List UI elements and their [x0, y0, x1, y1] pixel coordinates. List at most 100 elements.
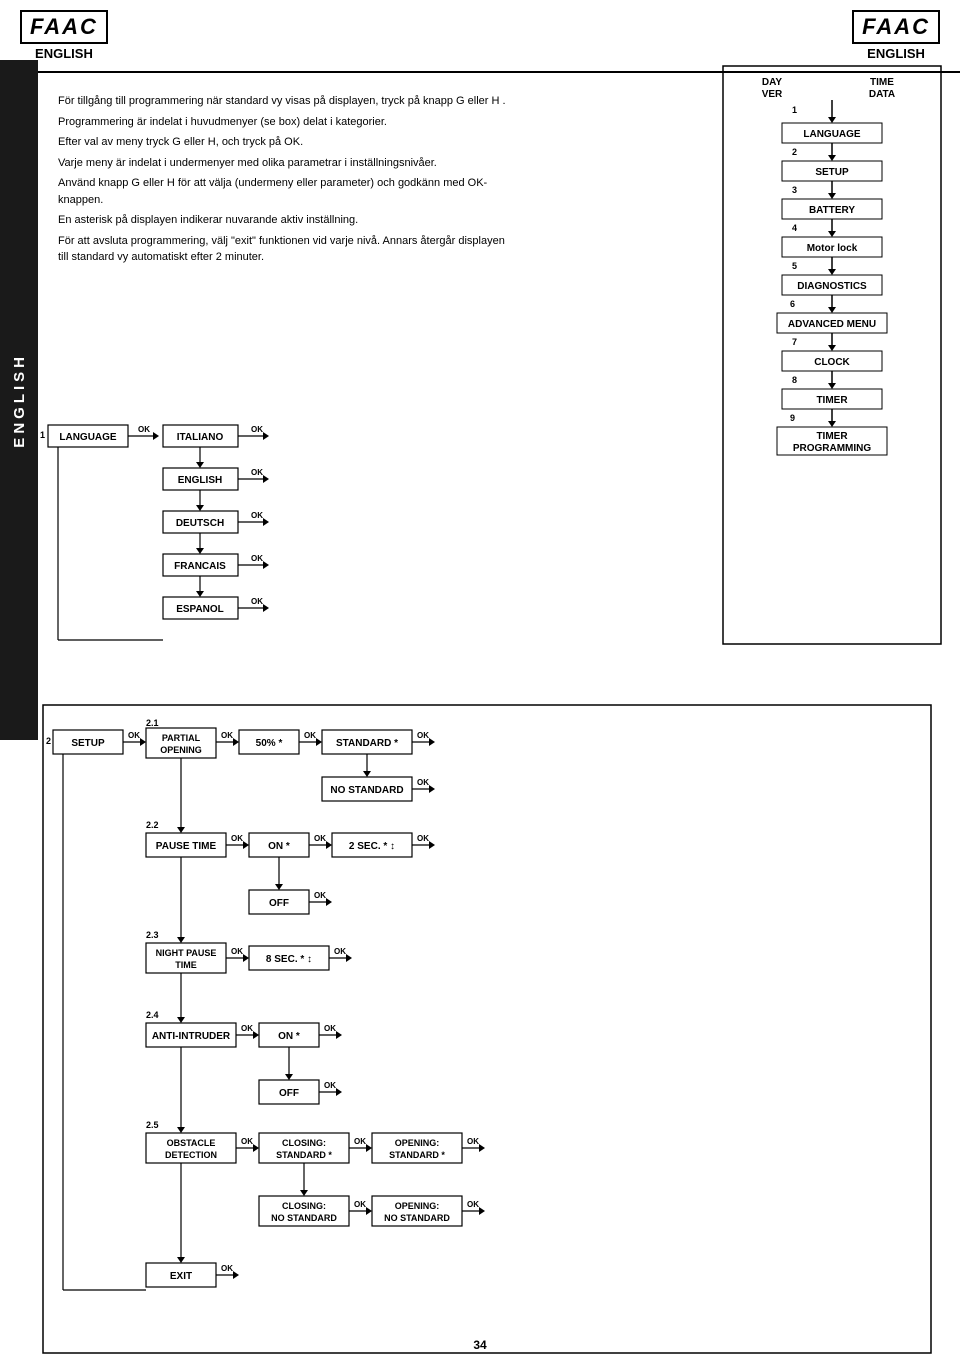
- svg-text:NO STANDARD: NO STANDARD: [271, 1213, 337, 1223]
- intro-p7: För att avsluta programmering, välj "exi…: [58, 233, 518, 266]
- intro-p4: Varje meny är indelat i undermenyer med …: [58, 155, 518, 172]
- svg-text:VER: VER: [762, 89, 783, 100]
- svg-text:NO STANDARD: NO STANDARD: [330, 785, 403, 796]
- svg-text:SETUP: SETUP: [815, 167, 849, 178]
- intro-section: För tillgång till programmering när stan…: [38, 83, 538, 280]
- sidebar-label: ENGLISH: [11, 353, 28, 448]
- svg-text:TIME: TIME: [870, 77, 894, 88]
- svg-text:OK: OK: [354, 1137, 366, 1146]
- svg-text:OK: OK: [231, 834, 243, 843]
- svg-text:OK: OK: [324, 1081, 336, 1090]
- sidebar: ENGLISH: [0, 60, 38, 740]
- svg-text:OPENING:: OPENING:: [395, 1201, 440, 1211]
- intro-text: För tillgång till programmering när stan…: [58, 93, 518, 266]
- svg-text:TIMER: TIMER: [816, 431, 848, 442]
- svg-text:OK: OK: [128, 731, 140, 740]
- page-number: 34: [0, 1338, 960, 1352]
- svg-text:OK: OK: [467, 1200, 479, 1209]
- svg-text:LANGUAGE: LANGUAGE: [59, 432, 117, 443]
- svg-text:OK: OK: [314, 891, 326, 900]
- svg-text:4: 4: [792, 223, 797, 233]
- svg-text:OK: OK: [251, 554, 263, 563]
- svg-text:ON *: ON *: [278, 1031, 300, 1042]
- svg-text:2 SEC. * ↕: 2 SEC. * ↕: [349, 841, 395, 852]
- svg-text:EXIT: EXIT: [170, 1271, 192, 1282]
- svg-text:OK: OK: [467, 1137, 479, 1146]
- svg-text:ON *: ON *: [268, 841, 290, 852]
- svg-text:ADVANCED MENU: ADVANCED MENU: [788, 319, 876, 330]
- svg-text:OK: OK: [314, 834, 326, 843]
- menu-diagram: DAY VER TIME DATA 1 LANGUAGE 2 SETUP 3 B…: [722, 65, 942, 645]
- svg-text:OK: OK: [354, 1200, 366, 1209]
- svg-text:ESPANOL: ESPANOL: [176, 604, 224, 615]
- svg-text:SETUP: SETUP: [71, 738, 105, 749]
- intro-p3: Efter val av meny tryck G eller H, och t…: [58, 134, 518, 151]
- svg-text:1: 1: [40, 430, 45, 440]
- svg-text:OK: OK: [138, 425, 150, 434]
- svg-text:6: 6: [790, 299, 795, 309]
- svg-text:FRANCAIS: FRANCAIS: [174, 561, 226, 572]
- svg-text:OK: OK: [241, 1137, 253, 1146]
- svg-text:OK: OK: [251, 511, 263, 520]
- svg-text:OBSTACLE: OBSTACLE: [167, 1138, 216, 1148]
- svg-text:OK: OK: [417, 731, 429, 740]
- svg-text:2.2: 2.2: [146, 820, 159, 830]
- svg-text:DETECTION: DETECTION: [165, 1150, 217, 1160]
- svg-text:7: 7: [792, 337, 797, 347]
- svg-text:ENGLISH: ENGLISH: [178, 475, 222, 486]
- svg-text:DAY: DAY: [762, 77, 783, 88]
- svg-text:OK: OK: [241, 1024, 253, 1033]
- intro-p2: Programmering är indelat i huvudmenyer (…: [58, 114, 518, 131]
- svg-text:OK: OK: [334, 947, 346, 956]
- svg-text:OK: OK: [304, 731, 316, 740]
- svg-text:5: 5: [792, 261, 797, 271]
- svg-text:8: 8: [792, 375, 797, 385]
- intro-p1: För tillgång till programmering när stan…: [58, 93, 518, 110]
- svg-text:1: 1: [792, 105, 797, 115]
- setup-flow-diagram: 2 SETUP OK 2.1 PARTIAL OPENING OK 50% * …: [38, 700, 938, 1360]
- svg-text:TIME: TIME: [175, 960, 197, 970]
- svg-text:PAUSE TIME: PAUSE TIME: [156, 841, 217, 852]
- svg-text:2.4: 2.4: [146, 1010, 159, 1020]
- svg-text:OK: OK: [221, 1264, 233, 1273]
- svg-text:OK: OK: [251, 425, 263, 434]
- svg-text:OK: OK: [324, 1024, 336, 1033]
- svg-text:OK: OK: [417, 834, 429, 843]
- svg-text:OK: OK: [251, 468, 263, 477]
- page-header: FAAC ENGLISH FAAC ENGLISH: [0, 0, 960, 73]
- svg-text:2: 2: [792, 147, 797, 157]
- svg-text:2.3: 2.3: [146, 930, 159, 940]
- svg-text:OK: OK: [251, 597, 263, 606]
- faac-logo-right: FAAC: [852, 10, 940, 44]
- lang-label-left: ENGLISH: [35, 46, 93, 61]
- svg-text:DEUTSCH: DEUTSCH: [176, 518, 224, 529]
- svg-text:OK: OK: [221, 731, 233, 740]
- intro-p6: En asterisk på displayen indikerar nuvar…: [58, 212, 518, 229]
- svg-text:2.5: 2.5: [146, 1120, 159, 1130]
- svg-text:9: 9: [790, 413, 795, 423]
- logo-left: FAAC ENGLISH: [20, 10, 108, 61]
- svg-text:OK: OK: [231, 947, 243, 956]
- svg-text:ANTI-INTRUDER: ANTI-INTRUDER: [152, 1031, 231, 1042]
- svg-text:ITALIANO: ITALIANO: [177, 432, 224, 443]
- svg-text:DATA: DATA: [869, 89, 895, 100]
- svg-text:Motor lock: Motor lock: [807, 243, 858, 254]
- svg-text:2.1: 2.1: [146, 718, 159, 728]
- svg-text:OFF: OFF: [279, 1088, 299, 1099]
- logo-right: FAAC ENGLISH: [852, 10, 940, 61]
- language-flow-diagram: 1 LANGUAGE OK ITALIANO OK ENGLISH OK DEU…: [38, 400, 498, 720]
- svg-text:OPENING: OPENING: [160, 745, 202, 755]
- svg-text:PROGRAMMING: PROGRAMMING: [793, 443, 872, 454]
- svg-text:NIGHT PAUSE: NIGHT PAUSE: [156, 948, 217, 958]
- svg-text:CLOSING:: CLOSING:: [282, 1201, 326, 1211]
- svg-text:CLOCK: CLOCK: [814, 357, 850, 368]
- svg-text:2: 2: [46, 736, 51, 746]
- svg-text:PARTIAL: PARTIAL: [162, 733, 201, 743]
- lang-label-right: ENGLISH: [867, 46, 925, 61]
- svg-text:OFF: OFF: [269, 898, 289, 909]
- svg-text:TIMER: TIMER: [816, 395, 848, 406]
- svg-text:STANDARD *: STANDARD *: [276, 1150, 332, 1160]
- svg-text:NO STANDARD: NO STANDARD: [384, 1213, 450, 1223]
- svg-text:STANDARD *: STANDARD *: [389, 1150, 445, 1160]
- svg-text:STANDARD *: STANDARD *: [336, 738, 398, 749]
